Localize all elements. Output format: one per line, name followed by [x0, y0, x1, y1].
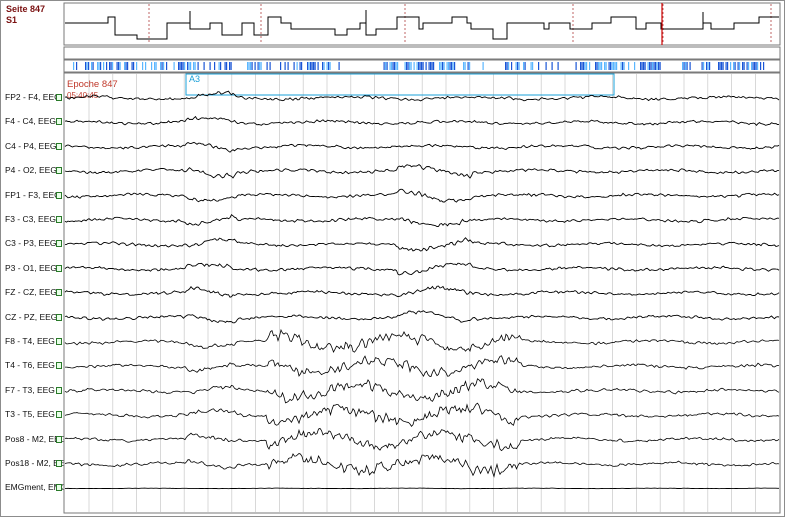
eeg-trace-area[interactable]: Epoche 847 05:40:45 A3 [1, 1, 785, 518]
eeg-viewer-window: Seite 847 S1 FP2 - F4, EEG F4 - C4, EEG C4… [0, 0, 785, 517]
epoch-label: Epoche 847 [67, 79, 118, 90]
arousal-tag-label: A3 [189, 74, 200, 84]
